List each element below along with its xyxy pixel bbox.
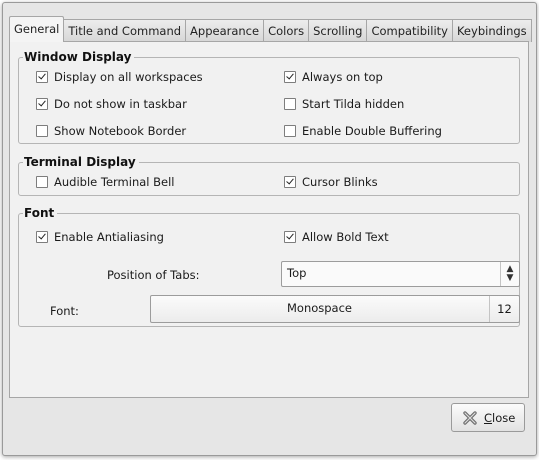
font-chooser-button[interactable]: Monospace 12 bbox=[150, 295, 520, 323]
show-notebook-border-checkbox[interactable]: Show Notebook Border bbox=[36, 124, 186, 138]
checkbox-box bbox=[284, 125, 296, 137]
tab-scrolling[interactable]: Scrolling bbox=[309, 19, 368, 42]
checkbox-label: Show Notebook Border bbox=[54, 124, 187, 138]
checkbox-label: Audible Terminal Bell bbox=[54, 175, 175, 189]
enable-antialiasing-checkbox[interactable]: Enable Antialiasing bbox=[36, 230, 164, 244]
checkbox-label: Enable Antialiasing bbox=[54, 230, 164, 244]
tab-appearance[interactable]: Appearance bbox=[186, 19, 265, 42]
updown-arrows-icon: ▲ ▼ bbox=[500, 262, 519, 286]
position-of-tabs-select[interactable]: Top ▲ ▼ bbox=[281, 261, 520, 287]
checkbox-label: Always on top bbox=[302, 70, 383, 84]
terminal-display-group: Terminal Display Audible Terminal Bell C… bbox=[18, 154, 520, 196]
position-of-tabs-value: Top bbox=[287, 266, 307, 280]
checkbox-label: Display on all workspaces bbox=[54, 70, 203, 84]
tab-colors[interactable]: Colors bbox=[264, 19, 310, 42]
checkbox-box bbox=[36, 71, 48, 83]
checkbox-box bbox=[36, 231, 48, 243]
cursor-blinks-checkbox[interactable]: Cursor Blinks bbox=[284, 175, 378, 189]
tab-general[interactable]: General bbox=[9, 16, 65, 42]
font-name: Monospace bbox=[286, 301, 353, 315]
always-on-top-checkbox[interactable]: Always on top bbox=[284, 70, 383, 84]
terminal-display-title: Terminal Display bbox=[23, 154, 139, 170]
do-not-show-in-taskbar-checkbox[interactable]: Do not show in taskbar bbox=[36, 97, 187, 111]
checkbox-label: Enable Double Buffering bbox=[302, 124, 442, 138]
start-tilda-hidden-checkbox[interactable]: Start Tilda hidden bbox=[284, 97, 404, 111]
checkbox-label: Do not show in taskbar bbox=[54, 97, 187, 111]
checkbox-label: Start Tilda hidden bbox=[302, 97, 405, 111]
checkbox-label: Allow Bold Text bbox=[302, 230, 389, 244]
font-size: 12 bbox=[489, 296, 519, 322]
checkbox-box bbox=[36, 125, 48, 137]
allow-bold-text-checkbox[interactable]: Allow Bold Text bbox=[284, 230, 389, 244]
tab-bar: General Title and Command Appearance Col… bbox=[9, 16, 532, 42]
tab-title-and-command[interactable]: Title and Command bbox=[64, 19, 187, 42]
enable-double-buffering-checkbox[interactable]: Enable Double Buffering bbox=[284, 124, 442, 138]
checkbox-box bbox=[284, 176, 296, 188]
tab-compatibility[interactable]: Compatibility bbox=[367, 19, 453, 42]
close-icon bbox=[463, 411, 477, 425]
display-on-all-workspaces-checkbox[interactable]: Display on all workspaces bbox=[36, 70, 203, 84]
close-button-label: Close bbox=[484, 411, 516, 425]
window-display-group: Window Display Display on all workspaces… bbox=[18, 49, 520, 144]
checkbox-box bbox=[36, 176, 48, 188]
checkbox-label: Cursor Blinks bbox=[302, 175, 378, 189]
close-button[interactable]: Close bbox=[451, 403, 525, 432]
font-group: Font Enable Antialiasing Allow Bold Text… bbox=[18, 205, 520, 327]
checkbox-box bbox=[284, 98, 296, 110]
position-of-tabs-label: Position of Tabs: bbox=[107, 268, 200, 282]
checkbox-box bbox=[36, 98, 48, 110]
tab-keybindings[interactable]: Keybindings bbox=[452, 19, 532, 42]
window-display-title: Window Display bbox=[23, 49, 135, 65]
font-group-title: Font bbox=[23, 205, 58, 221]
checkbox-box bbox=[284, 231, 296, 243]
checkbox-box bbox=[284, 71, 296, 83]
audible-terminal-bell-checkbox[interactable]: Audible Terminal Bell bbox=[36, 175, 175, 189]
general-tab-panel: Window Display Display on all workspaces… bbox=[9, 41, 529, 398]
font-label: Font: bbox=[50, 304, 79, 318]
